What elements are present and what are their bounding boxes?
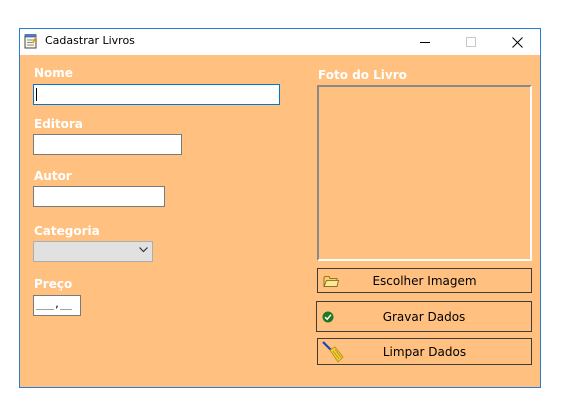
foto-label: Foto do Livro: [318, 68, 407, 82]
maximize-icon: [466, 37, 476, 47]
minimize-icon: [420, 42, 430, 43]
autor-label: Autor: [34, 169, 72, 183]
clear-data-label: Limpar Dados: [382, 344, 467, 359]
save-data-button[interactable]: Gravar Dados: [316, 301, 532, 332]
window-title: Cadastrar Livros: [45, 34, 135, 47]
save-data-label: Gravar Dados: [382, 309, 466, 324]
minimize-button[interactable]: [402, 29, 448, 55]
preco-label: Preço: [34, 277, 73, 291]
editora-label: Editora: [34, 117, 83, 131]
choose-image-label: Escolher Imagem: [372, 273, 477, 288]
choose-image-button[interactable]: Escolher Imagem: [317, 268, 532, 293]
notepad-icon: [24, 34, 37, 49]
categoria-select[interactable]: [33, 241, 153, 262]
nome-input[interactable]: [33, 84, 280, 105]
nome-label: Nome: [34, 66, 73, 80]
categoria-label: Categoria: [34, 224, 100, 238]
main-window: Cadastrar Livros Nome Editora Autor Cate…: [19, 28, 541, 388]
book-photo-box: [317, 85, 532, 261]
title-bar[interactable]: Cadastrar Livros: [20, 29, 540, 55]
maximize-button[interactable]: [448, 29, 494, 55]
autor-input[interactable]: [33, 186, 165, 207]
chevron-down-icon: [139, 247, 148, 253]
close-icon: [511, 36, 523, 48]
preco-input[interactable]: ___,__: [33, 295, 81, 316]
close-button[interactable]: [494, 29, 540, 55]
clear-data-button[interactable]: Limpar Dados: [317, 338, 532, 365]
form-area: Nome Editora Autor Categoria Preço ___,_…: [20, 55, 540, 387]
editora-input[interactable]: [33, 134, 182, 155]
text-caret: [36, 88, 37, 101]
